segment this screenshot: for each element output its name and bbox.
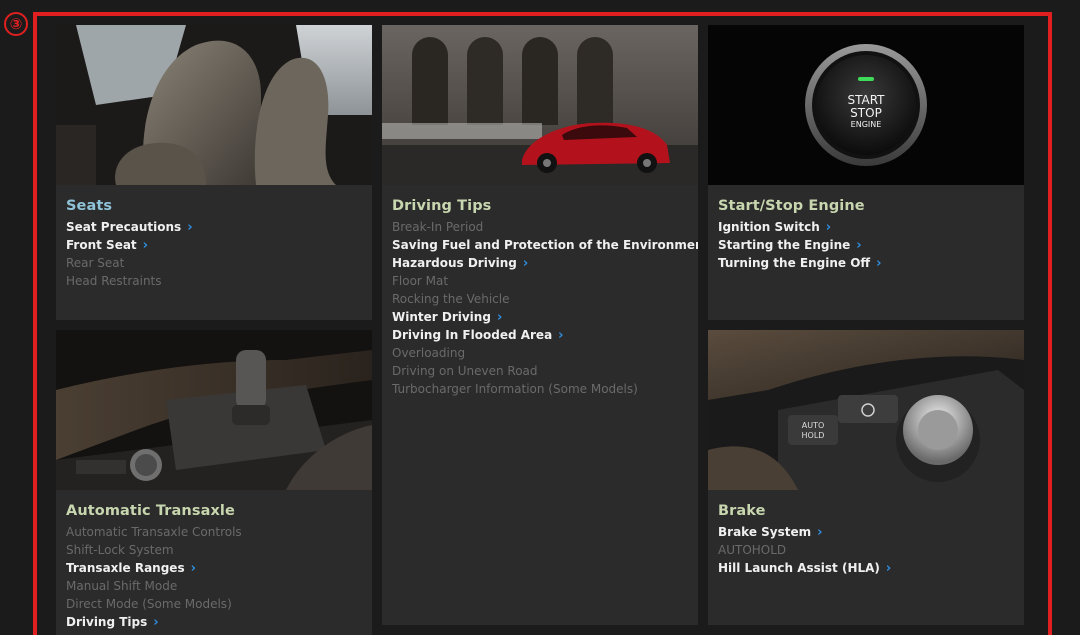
brake-link-brake-system[interactable]: Brake System ›	[718, 523, 1016, 541]
chevron-right-icon: ›	[558, 328, 564, 343]
seats-item-head-restraints: Head Restraints	[66, 274, 162, 288]
chevron-right-icon: ›	[876, 256, 882, 271]
trans-item-manual-shift: Manual Shift Mode	[66, 579, 178, 593]
section-marker: ③	[4, 12, 28, 36]
card-brake: AUTO HOLD Brake Brake System › AUTOHOLD H…	[708, 330, 1024, 625]
seats-link-seat-precautions[interactable]: Seat Precautions ›	[66, 218, 364, 236]
transaxle-title: Automatic Transaxle	[66, 503, 235, 519]
driving-link-winter-driving[interactable]: Winter Driving ›	[392, 308, 690, 326]
chevron-right-icon: ›	[142, 238, 149, 253]
start-button-text-3: ENGINE	[851, 120, 882, 129]
trans-item-shift-lock: Shift-Lock System	[66, 543, 174, 557]
autohold-button-text-2: HOLD	[802, 431, 825, 440]
card-driving-tips: Driving Tips Break-In Period Saving Fuel…	[382, 25, 698, 625]
seats-image[interactable]	[56, 25, 372, 185]
start-link-turning-engine-off[interactable]: Turning the Engine Off ›	[718, 254, 1016, 272]
autohold-button-text-1: AUTO	[802, 421, 825, 430]
driving-item-uneven-road: Driving on Uneven Road	[392, 364, 538, 378]
start-stop-title: Start/Stop Engine	[718, 198, 865, 214]
chevron-right-icon: ›	[153, 615, 159, 630]
chevron-right-icon: ›	[496, 310, 503, 325]
card-automatic-transaxle: Automatic Transaxle Automatic Transaxle …	[56, 330, 372, 635]
brake-item-autohold: AUTOHOLD	[718, 543, 787, 557]
start-button-text-2: STOP	[850, 106, 882, 120]
chevron-right-icon: ›	[856, 238, 862, 253]
start-link-ignition-switch[interactable]: Ignition Switch ›	[718, 218, 1016, 236]
start-link-starting-engine[interactable]: Starting the Engine ›	[718, 236, 1016, 254]
chevron-right-icon: ›	[885, 561, 892, 576]
seats-title: Seats	[66, 198, 113, 214]
driving-tips-title: Driving Tips	[392, 198, 492, 214]
start-stop-image[interactable]: START STOP ENGINE	[708, 25, 1024, 185]
driving-item-turbocharger: Turbocharger Information (Some Models)	[392, 382, 638, 396]
chevron-right-icon: ›	[522, 256, 529, 271]
chevron-right-icon: ›	[817, 525, 823, 540]
trans-item-controls: Automatic Transaxle Controls	[66, 525, 242, 539]
brake-title: Brake	[718, 503, 766, 519]
driving-link-flooded-area[interactable]: Driving In Flooded Area ›	[392, 326, 690, 344]
driving-item-floor-mat: Floor Mat	[392, 274, 449, 288]
trans-link-ranges[interactable]: Transaxle Ranges ›	[66, 559, 364, 577]
trans-link-driving-tips[interactable]: Driving Tips ›	[66, 613, 364, 631]
seats-link-front-seat[interactable]: Front Seat ›	[66, 236, 364, 254]
chevron-right-icon: ›	[187, 220, 193, 235]
driving-item-overloading: Overloading	[392, 346, 466, 360]
trans-item-direct-mode: Direct Mode (Some Models)	[66, 597, 232, 611]
driving-item-break-in-period: Break-In Period	[392, 220, 484, 234]
chevron-right-icon: ›	[825, 220, 832, 235]
brake-image[interactable]: AUTO HOLD	[708, 330, 1024, 490]
chevron-right-icon: ›	[190, 561, 196, 576]
driving-item-rocking-vehicle: Rocking the Vehicle	[392, 292, 510, 306]
card-seats: Seats Seat Precautions › Front Seat › Rear…	[56, 25, 372, 320]
transaxle-image[interactable]	[56, 330, 372, 490]
start-button-text-1: START	[847, 93, 885, 107]
seats-item-rear-seat: Rear Seat	[66, 256, 125, 270]
driving-link-saving-fuel[interactable]: Saving Fuel and Protection of the Enviro…	[392, 236, 698, 254]
brake-link-hla[interactable]: Hill Launch Assist (HLA) ›	[718, 559, 1016, 577]
driving-link-hazardous-driving[interactable]: Hazardous Driving ›	[392, 254, 690, 272]
card-start-stop-engine: START STOP ENGINE Start/Stop Engine Igni…	[708, 25, 1024, 320]
driving-tips-image[interactable]	[382, 25, 698, 185]
